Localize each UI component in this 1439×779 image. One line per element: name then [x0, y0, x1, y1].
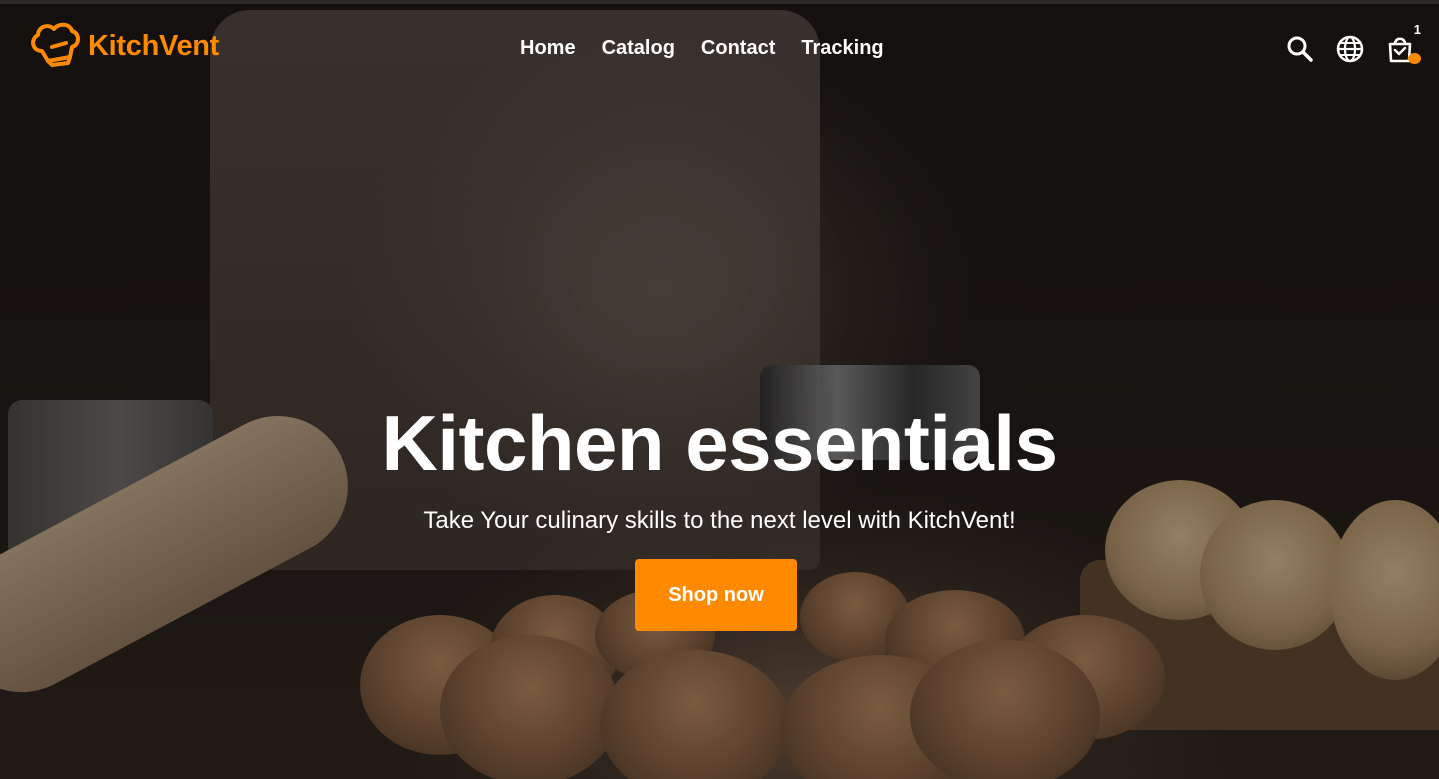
- cart-button[interactable]: 1: [1385, 22, 1421, 64]
- nav-contact[interactable]: Contact: [701, 34, 775, 62]
- nav-tracking[interactable]: Tracking: [801, 34, 883, 62]
- hero-title: Kitchen essentials: [381, 399, 1058, 487]
- brand-logo[interactable]: KitchVent: [28, 19, 219, 73]
- chef-hat-icon: [28, 21, 84, 71]
- brand-name: KitchVent: [88, 29, 220, 62]
- cart-indicator-dot: [1408, 53, 1421, 64]
- search-icon: [1285, 36, 1315, 68]
- site-header: KitchVent Home Catalog Contact Tracking: [0, 4, 1439, 84]
- nav-catalog[interactable]: Catalog: [602, 34, 675, 62]
- language-button[interactable]: [1335, 34, 1365, 64]
- cart-count-badge: 1: [1413, 22, 1421, 37]
- main-nav: Home Catalog Contact Tracking: [520, 34, 910, 62]
- globe-icon: [1335, 35, 1365, 68]
- nav-home[interactable]: Home: [520, 34, 576, 62]
- search-button[interactable]: [1285, 34, 1315, 64]
- hero-subtitle: Take Your culinary skills to the next le…: [423, 507, 1016, 534]
- hero-overlay: [0, 0, 1439, 779]
- hero-background: [0, 0, 1439, 779]
- header-actions: 1: [1265, 22, 1421, 64]
- shop-now-button[interactable]: Shop now: [635, 559, 797, 631]
